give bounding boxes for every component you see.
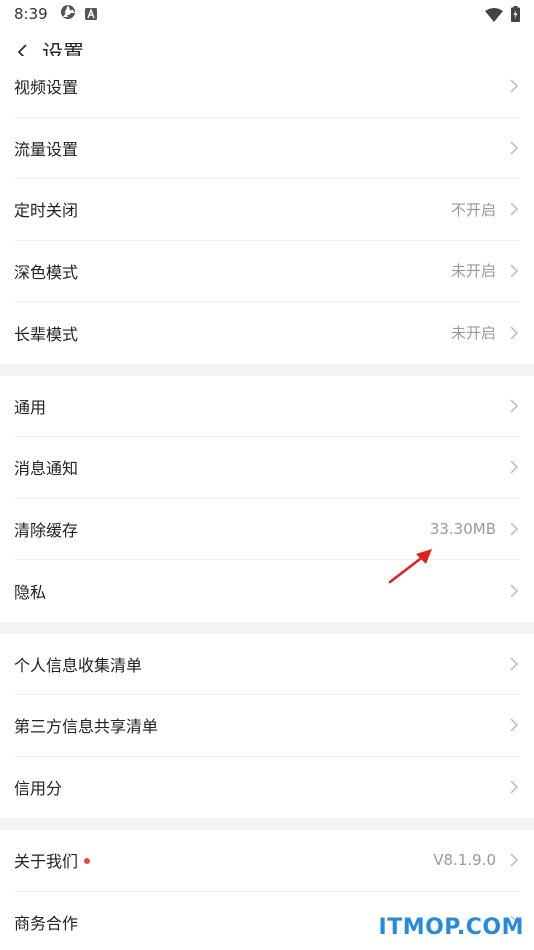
settings-group-general: 通用 消息通知 清除缓存 33.30MB 隐私 [0,375,534,622]
section-divider [0,621,534,634]
settings-group-info: 个人信息收集清单 第三方信息共享清单 信用分 [0,633,534,819]
chevron-right-icon [510,141,519,155]
row-label: 深色模式 [14,262,79,282]
battery-icon [511,6,520,26]
settings-row-about-us[interactable]: 关于我们 V8.1.9.0 [14,830,520,892]
settings-row-general[interactable]: 通用 [14,376,520,437]
chevron-right-icon [510,584,519,598]
row-value: 未开启 [450,324,496,343]
row-label: 清除缓存 [14,520,79,540]
row-label: 定时关闭 [14,201,79,221]
status-icons-right [485,6,520,26]
chevron-right-icon [510,79,519,93]
row-label: 个人信息收集清单 [14,655,143,675]
row-value: 未开启 [450,262,496,281]
row-label: 商务合作 [14,914,79,934]
chevron-right-icon [510,202,519,216]
settings-row-personal-info-list[interactable]: 个人信息收集清单 [14,634,520,695]
chevron-right-icon [510,522,519,536]
chevron-right-icon [510,657,519,671]
status-bar: 8:39 [0,0,534,28]
annotation-arrow-icon [388,549,432,584]
settings-list: 视频设置 流量设置 定时关闭 不开启 深色模式 未开启 长辈模式 未开启 通用 [0,56,534,950]
row-label-text: 关于我们 [14,852,79,872]
settings-row-clear-cache[interactable]: 清除缓存 33.30MB [14,499,520,560]
chevron-right-icon [510,460,519,474]
settings-group-playback: 视频设置 流量设置 定时关闭 不开启 深色模式 未开启 长辈模式 未开启 [0,56,534,364]
settings-row-notifications[interactable]: 消息通知 [14,437,520,499]
chevron-right-icon [510,780,519,794]
settings-row-sleep-timer[interactable]: 定时关闭 不开启 [14,179,520,241]
new-badge-dot [84,857,91,864]
keyboard-notification-icon [84,5,97,24]
chevron-right-icon [510,718,519,732]
settings-row-elder-mode[interactable]: 长辈模式 未开启 [14,302,520,364]
settings-row-privacy[interactable]: 隐私 [14,560,520,622]
settings-row-dark-mode[interactable]: 深色模式 未开启 [14,241,520,302]
wifi-icon [485,7,503,26]
chevron-right-icon [510,326,519,340]
row-label: 消息通知 [14,459,79,479]
chevron-right-icon [510,853,519,867]
settings-row-data-usage[interactable]: 流量设置 [14,118,520,179]
cache-size-value: 33.30MB [429,519,496,538]
section-divider [0,363,534,376]
row-label: 通用 [14,397,47,417]
settings-row-video[interactable]: 视频设置 [14,56,520,118]
row-value: 不开启 [450,200,496,219]
status-icons-left [60,4,97,24]
row-label: 长辈模式 [14,324,79,344]
row-label: 流量设置 [14,139,79,159]
settings-row-credit-score[interactable]: 信用分 [14,757,520,819]
section-divider [0,818,534,830]
app-version-value: V8.1.9.0 [433,851,496,870]
chevron-right-icon [510,399,519,413]
chevron-right-icon [510,264,519,278]
row-label: 关于我们 [14,848,91,872]
row-label: 第三方信息共享清单 [14,717,159,737]
site-watermark: ITMOP.COM [378,915,524,940]
app-notification-icon [60,4,76,24]
settings-row-third-party-sharing-list[interactable]: 第三方信息共享清单 [14,695,520,757]
row-label: 信用分 [14,779,63,799]
status-time: 8:39 [14,5,48,23]
row-label: 隐私 [14,582,47,602]
row-label: 视频设置 [14,78,79,98]
